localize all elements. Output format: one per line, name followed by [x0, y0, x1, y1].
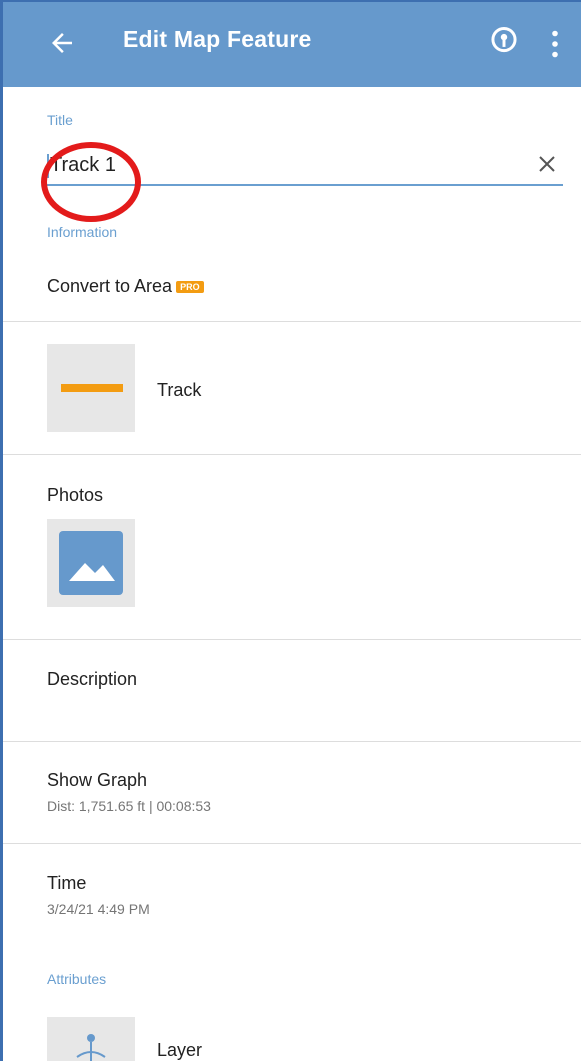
title-input-underline	[47, 184, 563, 186]
more-vert-icon[interactable]	[549, 30, 561, 58]
show-graph-label: Show Graph	[47, 770, 148, 790]
description-field[interactable]: Description	[47, 669, 137, 690]
graph-detail: Dist: 1,751.65 ft | 00:08:53	[47, 798, 211, 814]
track-style-label[interactable]: Track	[157, 380, 201, 401]
title-section-label: Title	[47, 112, 73, 128]
app-bar: Edit Map Feature	[3, 2, 581, 87]
close-icon[interactable]	[537, 154, 557, 174]
convert-to-area-label: Convert to Area	[47, 276, 173, 296]
add-photo-button[interactable]	[47, 519, 135, 607]
divider	[3, 454, 581, 455]
attributes-section-label: Attributes	[47, 971, 107, 987]
title-input[interactable]: Track 1	[47, 142, 563, 186]
layer-thumbnail[interactable]	[47, 1017, 135, 1061]
arrow-left-icon[interactable]	[47, 28, 77, 58]
layer-icon	[76, 1034, 106, 1061]
track-style-thumbnail[interactable]	[47, 344, 135, 432]
title-input-value[interactable]: Track 1	[50, 154, 116, 177]
divider	[3, 741, 581, 742]
information-section-label: Information	[47, 224, 118, 240]
track-line-icon	[61, 384, 123, 392]
time-value: 3/24/21 4:49 PM	[47, 901, 150, 917]
page-title: Edit Map Feature	[123, 26, 312, 52]
divider	[3, 843, 581, 844]
screen: Edit Map Feature Title Track 1 Informati…	[0, 0, 581, 1061]
layer-label[interactable]: Layer	[157, 1040, 202, 1061]
image-icon	[59, 531, 123, 595]
time-label: Time	[47, 873, 87, 893]
pro-badge: PRO	[176, 281, 204, 293]
location-pin-icon[interactable]	[489, 26, 519, 58]
divider	[3, 321, 581, 322]
photos-label: Photos	[47, 485, 104, 505]
divider	[3, 639, 581, 640]
text-cursor	[47, 154, 49, 178]
convert-to-area-item[interactable]: Convert to Area PRO	[47, 276, 204, 297]
